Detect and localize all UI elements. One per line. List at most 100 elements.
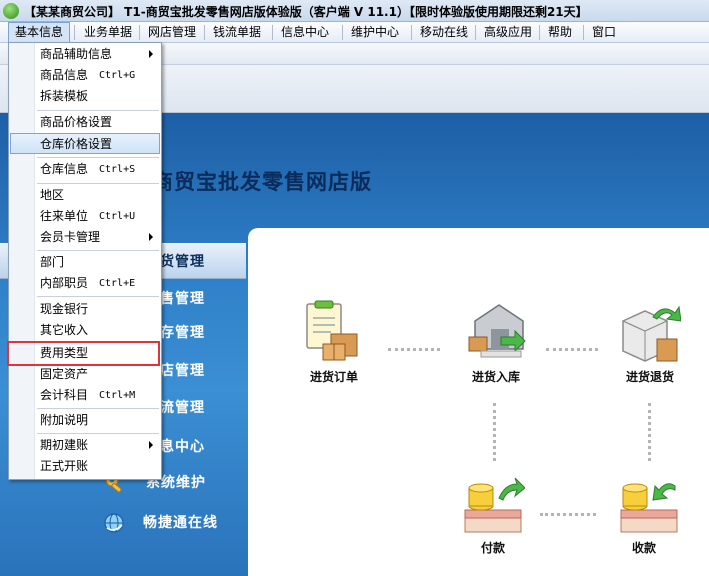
- menu-item-department[interactable]: 部门: [10, 252, 160, 273]
- menu-mobile-online[interactable]: 移动在线: [414, 22, 474, 43]
- menu-separator: [37, 250, 159, 251]
- menu-item-other-income[interactable]: 其它收入: [10, 320, 160, 341]
- menu-separator: [37, 110, 159, 111]
- menu-item-region[interactable]: 地区: [10, 185, 160, 206]
- receipt-label[interactable]: 收款: [632, 539, 656, 556]
- flow-connector: [493, 403, 496, 461]
- menu-item-shortcut: Ctrl+M: [99, 390, 136, 401]
- menu-separator: [74, 25, 75, 40]
- basic-info-dropdown: 商品辅助信息 商品信息 Ctrl+G 拆装模板 商品价格设置 仓库价格设置 仓库…: [8, 42, 162, 480]
- menu-item-warehouse-info[interactable]: 仓库信息 Ctrl+S: [10, 159, 160, 180]
- menu-help[interactable]: 帮助: [542, 22, 578, 43]
- menu-advanced[interactable]: 高级应用: [478, 22, 538, 43]
- globe-icon: [104, 513, 124, 533]
- menu-item-product-info[interactable]: 商品信息 Ctrl+G: [10, 65, 160, 86]
- nav-item-label: 货管理: [160, 254, 205, 270]
- purchase-in-icon[interactable]: [461, 297, 531, 363]
- menu-item-label: 附加说明: [40, 413, 89, 427]
- flow-connector: [648, 403, 651, 461]
- menu-basic-info[interactable]: 基本信息: [8, 22, 71, 43]
- menu-window[interactable]: 窗口: [586, 22, 622, 43]
- menu-item-accounting-subject[interactable]: 会计科目 Ctrl+M: [10, 385, 160, 406]
- menu-separator: [475, 25, 476, 40]
- submenu-arrow-icon: [149, 50, 153, 58]
- nav-item-label: 流管理: [160, 400, 205, 416]
- purchase-return-icon[interactable]: [617, 301, 681, 365]
- menu-separator: [583, 25, 584, 40]
- purchase-return-label[interactable]: 进货退货: [626, 368, 674, 385]
- menu-shop-management[interactable]: 网店管理: [142, 22, 202, 43]
- menu-separator: [139, 25, 140, 40]
- menu-item-label: 地区: [40, 188, 65, 202]
- menu-item-assembly-template[interactable]: 拆装模板: [10, 86, 160, 107]
- menu-separator: [272, 25, 273, 40]
- payment-label[interactable]: 付款: [481, 539, 505, 556]
- title-bar: 【某某商贸公司】 T1-商贸宝批发零售网店版体验版（客户端 V 11.1）【限时…: [0, 0, 709, 22]
- window-title: 【某某商贸公司】 T1-商贸宝批发零售网店版体验版（客户端 V 11.1）【限时…: [24, 5, 588, 19]
- menu-bar: 基本信息 业务单据 网店管理 钱流单据 信息中心 维护中心 移动在线 高级应用 …: [0, 22, 709, 43]
- menu-separator: [539, 25, 540, 40]
- menu-separator: [37, 183, 159, 184]
- menu-item-shortcut: Ctrl+U: [99, 211, 136, 222]
- menu-item-business-partner[interactable]: 往来单位 Ctrl+U: [10, 206, 160, 227]
- menu-item-label: 内部职员: [40, 276, 89, 290]
- submenu-arrow-icon: [149, 233, 153, 241]
- app-icon: [3, 3, 19, 19]
- menu-item-label: 商品价格设置: [40, 115, 113, 129]
- menu-item-label: 固定资产: [40, 367, 89, 381]
- menu-item-product-aux-info[interactable]: 商品辅助信息: [10, 44, 160, 65]
- menu-info-center[interactable]: 信息中心: [275, 22, 335, 43]
- menu-item-fixed-assets[interactable]: 固定资产: [10, 364, 160, 385]
- menu-separator: [37, 157, 159, 158]
- payment-icon[interactable]: [461, 476, 525, 536]
- menu-cash-docs[interactable]: 钱流单据: [207, 22, 267, 43]
- menu-item-cash-bank[interactable]: 现金银行: [10, 299, 160, 320]
- flow-connector: [546, 348, 598, 351]
- receipt-icon[interactable]: [617, 476, 681, 536]
- menu-item-opening-setup[interactable]: 期初建账: [10, 435, 160, 456]
- nav-item-label: 息中心: [160, 439, 205, 455]
- menu-item-label: 现金银行: [40, 302, 89, 316]
- menu-item-label: 拆装模板: [40, 89, 89, 103]
- nav-item-label: 存管理: [160, 325, 205, 341]
- menu-item-shortcut: Ctrl+E: [99, 278, 136, 289]
- menu-item-warehouse-price-settings[interactable]: 仓库价格设置: [10, 133, 160, 154]
- highlight-box: [7, 341, 160, 366]
- product-banner: 商贸宝批发零售网店版: [152, 170, 372, 194]
- menu-item-shortcut: Ctrl+G: [99, 70, 136, 81]
- menu-item-label: 部门: [40, 255, 65, 269]
- nav-item-label: 畅捷通在线: [143, 515, 218, 531]
- menu-item-label: 会员卡管理: [40, 230, 101, 244]
- nav-item-chanjet-online[interactable]: 畅捷通在线: [0, 505, 246, 541]
- menu-item-label: 正式开账: [40, 459, 89, 473]
- submenu-arrow-icon: [149, 441, 153, 449]
- purchase-order-icon[interactable]: [301, 300, 365, 364]
- menu-item-formal-opening[interactable]: 正式开账: [10, 456, 160, 477]
- purchase-order-label[interactable]: 进货订单: [310, 368, 358, 385]
- menu-business-docs[interactable]: 业务单据: [78, 22, 138, 43]
- menu-item-label: 期初建账: [40, 438, 89, 452]
- menu-item-product-price-settings[interactable]: 商品价格设置: [10, 112, 160, 133]
- menu-item-member-card[interactable]: 会员卡管理: [10, 227, 160, 248]
- menu-item-label: 会计科目: [40, 388, 89, 402]
- menu-maintenance-center[interactable]: 维护中心: [345, 22, 405, 43]
- nav-item-label: 售管理: [160, 291, 205, 307]
- menu-item-label: 仓库信息: [40, 162, 89, 176]
- menu-separator: [411, 25, 412, 40]
- flow-connector: [540, 513, 596, 516]
- menu-separator: [204, 25, 205, 40]
- menu-item-internal-staff[interactable]: 内部职员 Ctrl+E: [10, 273, 160, 294]
- menu-item-label: 其它收入: [40, 323, 89, 337]
- menu-separator: [37, 433, 159, 434]
- menu-item-additional-notes[interactable]: 附加说明: [10, 410, 160, 431]
- flow-connector: [388, 348, 440, 351]
- menu-item-label: 仓库价格设置: [40, 137, 113, 151]
- nav-item-label: 店管理: [160, 363, 205, 379]
- menu-item-shortcut: Ctrl+S: [99, 164, 136, 175]
- menu-item-label: 商品信息: [40, 68, 89, 82]
- purchase-in-label[interactable]: 进货入库: [472, 368, 520, 385]
- menu-item-label: 商品辅助信息: [40, 47, 113, 61]
- menu-separator: [37, 408, 159, 409]
- menu-item-label: 往来单位: [40, 209, 89, 223]
- menu-separator: [37, 296, 159, 297]
